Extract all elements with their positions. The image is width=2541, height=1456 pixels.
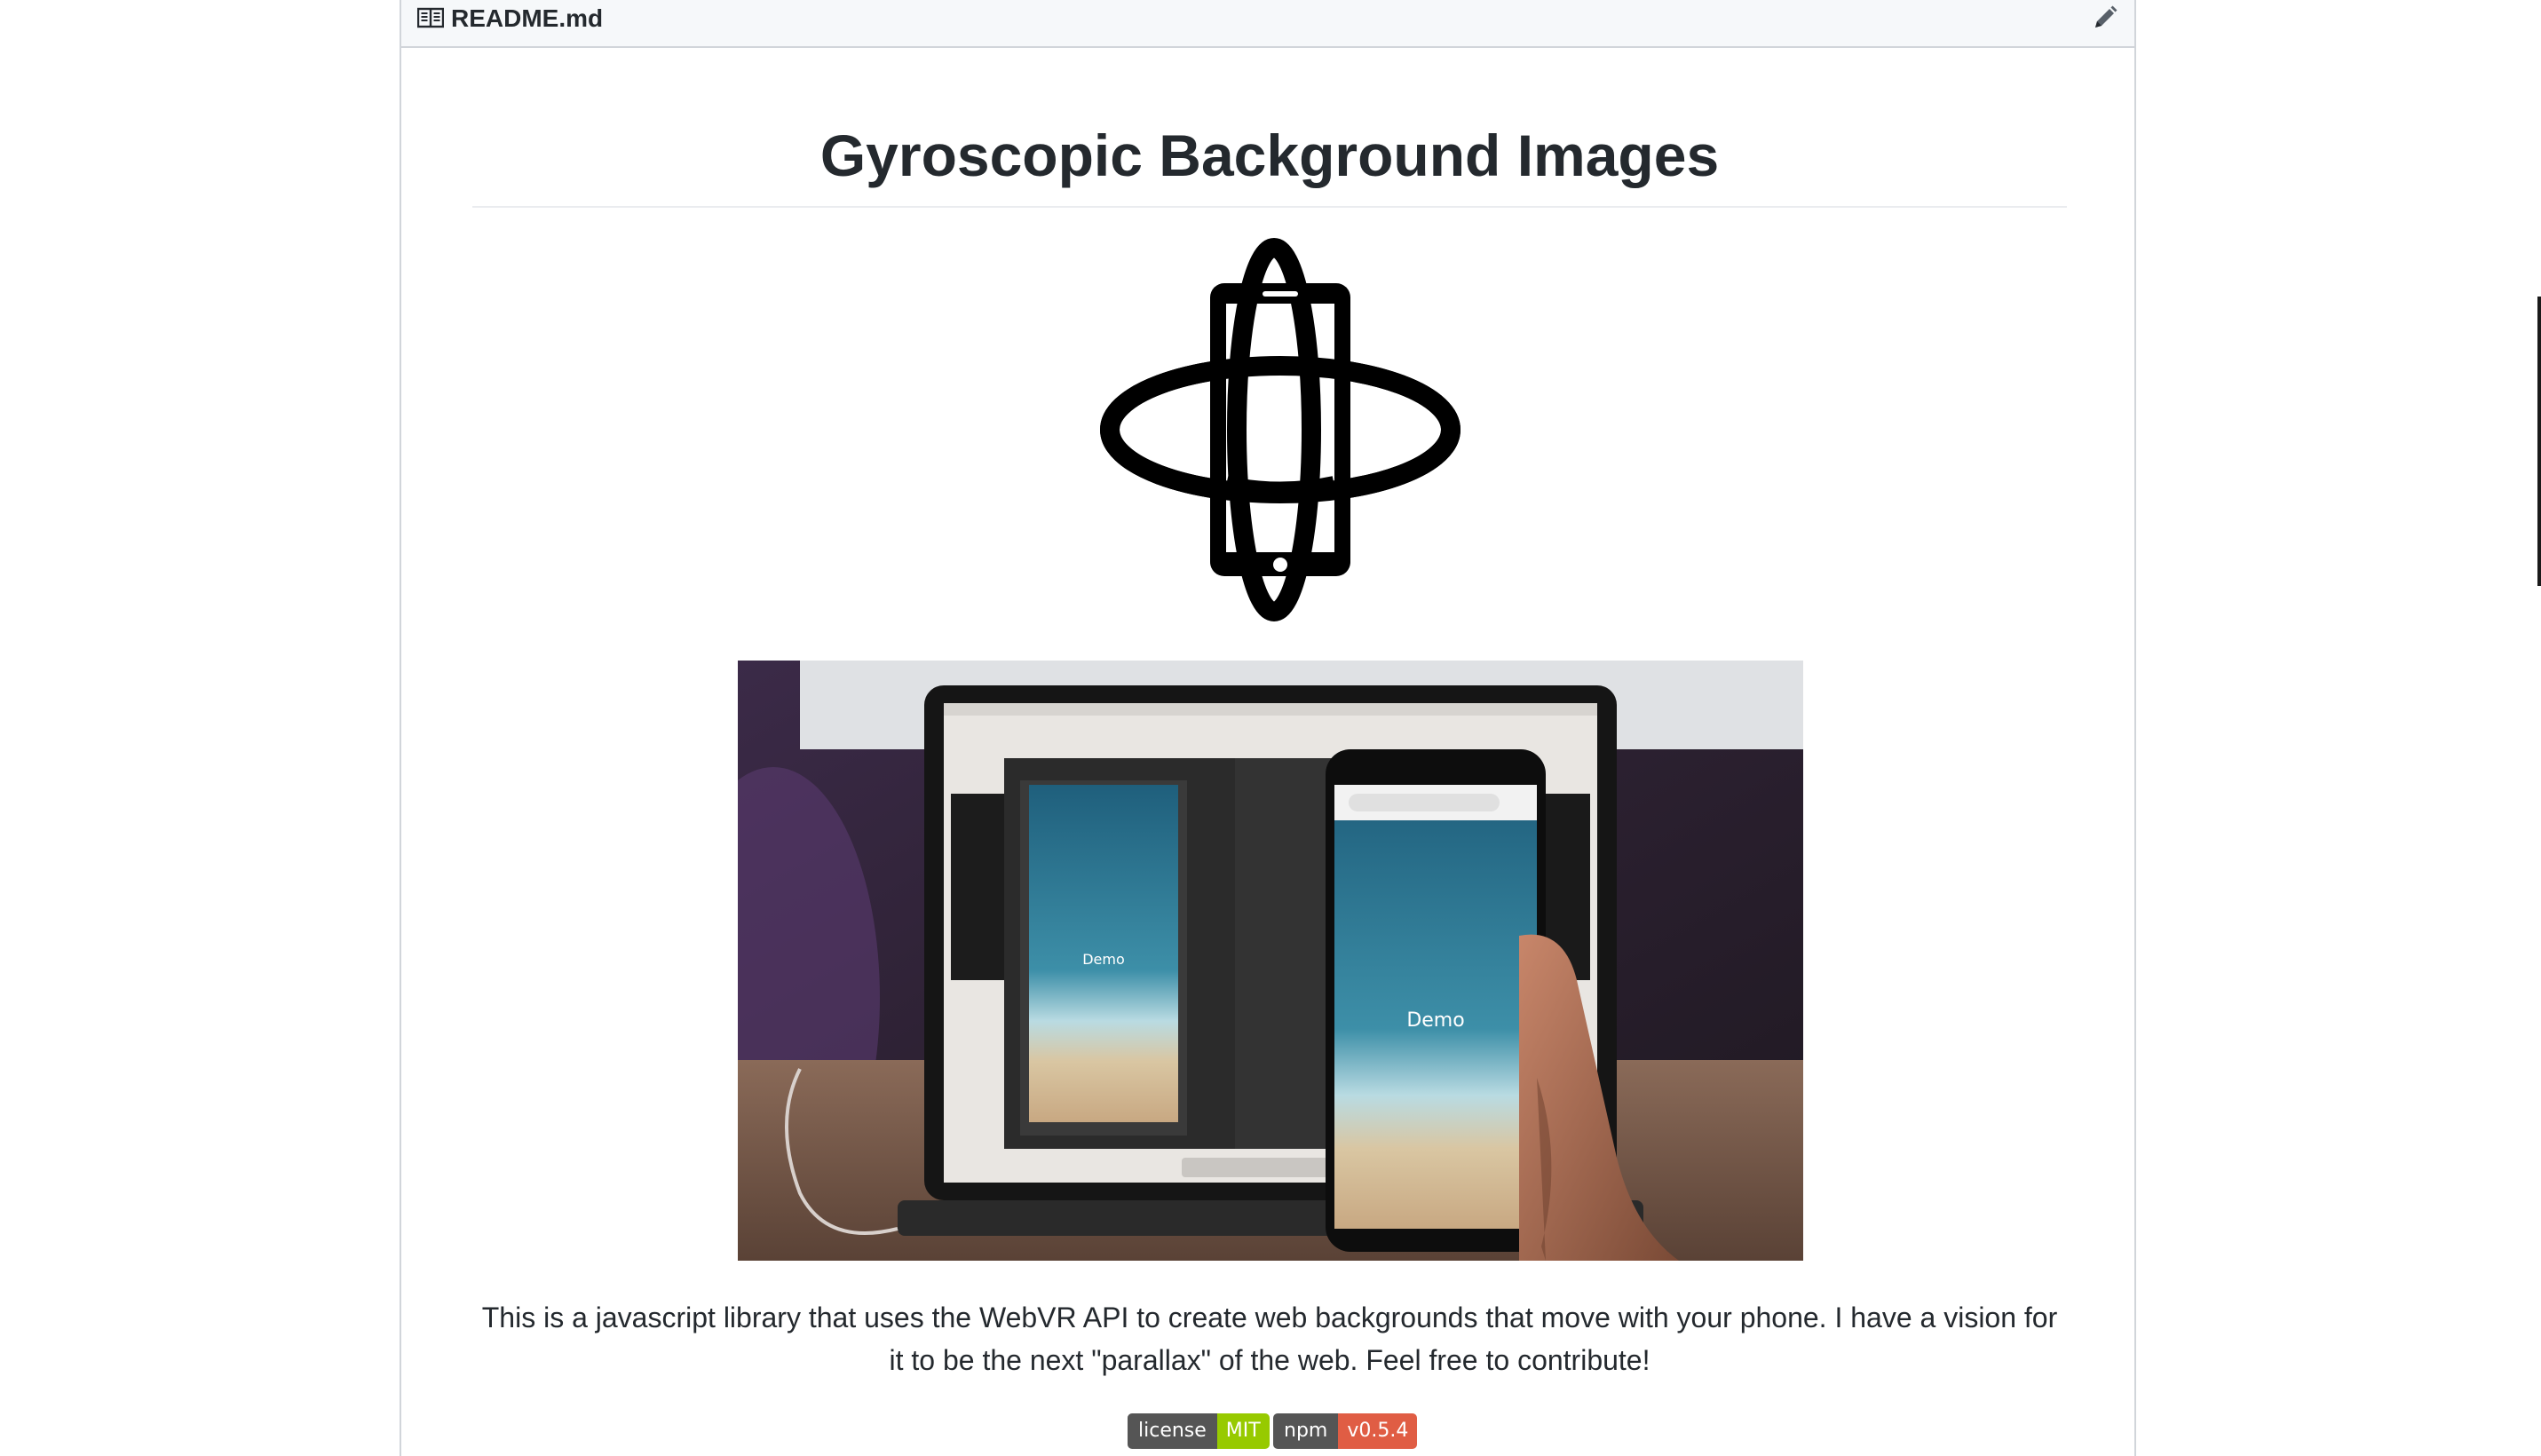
gyroscope-phone-icon xyxy=(1100,238,1460,621)
file-name: README.md xyxy=(451,4,604,32)
scrollbar-thumb[interactable] xyxy=(2537,297,2541,586)
laptop-demo-label: Demo xyxy=(1082,951,1125,968)
demo-photo: Demo Demo xyxy=(738,661,1803,1261)
pencil-icon[interactable] xyxy=(2092,4,2118,31)
readme-header: README.md xyxy=(401,0,2134,48)
license-badge-value: MIT xyxy=(1216,1413,1270,1449)
npm-badge[interactable]: npm v0.5.4 xyxy=(1273,1413,1418,1449)
npm-badge-label: npm xyxy=(1273,1413,1339,1449)
page: README.md Gyroscopic Background Images D… xyxy=(0,0,2541,1456)
readme-title: Gyroscopic Background Images xyxy=(819,123,1720,188)
badges-row: license MIT npm v0.5.4 xyxy=(401,1413,2134,1449)
book-open-icon xyxy=(417,7,444,28)
readme-description: This is a javascript library that uses t… xyxy=(481,1302,2058,1376)
npm-badge-value: v0.5.4 xyxy=(1338,1413,1418,1449)
license-badge[interactable]: license MIT xyxy=(1128,1413,1270,1449)
phone-demo-label: Demo xyxy=(1406,1009,1464,1032)
license-badge-label: license xyxy=(1128,1413,1217,1449)
readme-container: README.md Gyroscopic Background Images D… xyxy=(400,0,2136,1456)
title-divider xyxy=(472,206,2067,208)
